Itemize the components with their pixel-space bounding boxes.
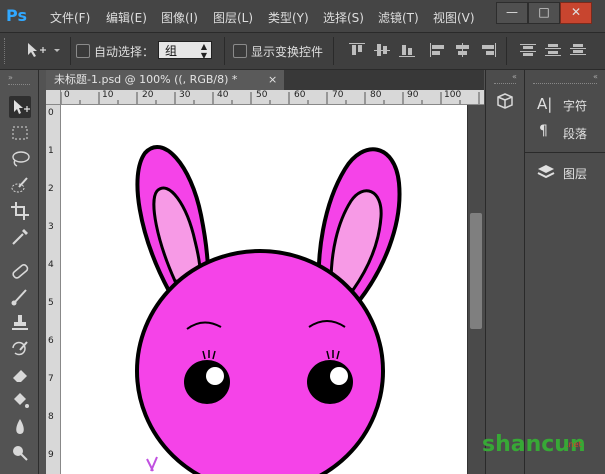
marquee-tool-icon[interactable] bbox=[9, 122, 31, 144]
rabbit-mouth-partial bbox=[146, 456, 158, 472]
move-tool-preset-icon[interactable] bbox=[26, 41, 64, 59]
collapse-arrows-icon[interactable]: « bbox=[512, 72, 517, 81]
close-window-button[interactable]: ✕ bbox=[560, 2, 592, 24]
photoshop-logo: Ps bbox=[6, 6, 27, 25]
divider bbox=[506, 37, 507, 65]
eraser-tool-icon[interactable] bbox=[9, 364, 31, 386]
menu-image[interactable]: 图像(I) bbox=[161, 9, 198, 26]
align-hcenter-icon[interactable] bbox=[455, 43, 471, 57]
ruler-tick-label: 7 bbox=[48, 374, 54, 384]
show-transform-label: 显示变换控件 bbox=[251, 45, 324, 59]
distribute-top-icon[interactable] bbox=[520, 43, 536, 57]
menu-type[interactable]: 类型(Y) bbox=[268, 9, 309, 26]
ruler-tick-label: 4 bbox=[48, 260, 54, 270]
watermark-suffix: .net bbox=[566, 440, 582, 449]
ruler-tick-label: 9 bbox=[48, 450, 54, 460]
3d-cube-icon[interactable] bbox=[496, 92, 514, 110]
menu-filter[interactable]: 滤镜(T) bbox=[378, 9, 419, 26]
history-brush-tool-icon[interactable] bbox=[9, 338, 31, 360]
ruler-tick-label: 1 bbox=[48, 146, 54, 156]
paragraph-icon: ¶ bbox=[539, 123, 548, 139]
lasso-tool-icon[interactable] bbox=[9, 148, 31, 170]
document-title: 未标题-1.psd @ 100% ((, RGB/8) * bbox=[54, 73, 238, 86]
close-tab-icon[interactable]: × bbox=[268, 70, 277, 90]
panels-column: « A| 字符 ¶ 段落 图层 bbox=[524, 70, 605, 474]
divider bbox=[525, 152, 605, 153]
distribute-vcenter-icon[interactable] bbox=[545, 43, 561, 57]
auto-select-checkbox[interactable] bbox=[76, 44, 90, 58]
align-vcenter-icon[interactable] bbox=[374, 43, 390, 57]
character-panel-button[interactable]: A| 字符 bbox=[529, 92, 603, 116]
ruler-tick-label: 2 bbox=[48, 184, 54, 194]
collapse-arrows-icon[interactable]: » bbox=[8, 73, 13, 82]
vertical-scrollbar[interactable] bbox=[467, 105, 485, 474]
minimize-button[interactable]: — bbox=[496, 2, 528, 24]
distribute-bottom-icon[interactable] bbox=[570, 43, 586, 57]
paragraph-panel-button[interactable]: ¶ 段落 bbox=[529, 120, 603, 144]
options-grip[interactable] bbox=[4, 38, 8, 64]
align-left-icon[interactable] bbox=[430, 43, 446, 57]
quick-selection-tool-icon[interactable] bbox=[9, 174, 31, 196]
divider bbox=[224, 37, 225, 65]
crop-tool-icon[interactable] bbox=[9, 200, 31, 222]
ruler-tick-label: 0 bbox=[48, 108, 54, 118]
move-tool-icon[interactable] bbox=[9, 96, 31, 118]
rabbit-left-eye-highlight bbox=[206, 367, 224, 385]
rabbit-right-eye bbox=[307, 360, 353, 404]
panel-grip[interactable] bbox=[8, 84, 30, 87]
panel-grip[interactable] bbox=[533, 83, 597, 86]
show-transform-checkbox[interactable] bbox=[233, 44, 247, 58]
clone-stamp-tool-icon[interactable] bbox=[9, 312, 31, 334]
rabbit-left-eye bbox=[184, 360, 230, 404]
align-right-icon[interactable] bbox=[480, 43, 496, 57]
layers-panel-button[interactable]: 图层 bbox=[529, 160, 603, 184]
menu-view[interactable]: 视图(V) bbox=[433, 9, 475, 26]
healing-brush-tool-icon[interactable] bbox=[9, 260, 31, 282]
layers-panel-label: 图层 bbox=[563, 167, 588, 181]
scrollbar-thumb[interactable] bbox=[470, 213, 482, 329]
auto-select-label: 自动选择： bbox=[94, 45, 155, 59]
panel-grip[interactable] bbox=[494, 83, 516, 86]
align-top-icon[interactable] bbox=[349, 43, 365, 57]
ruler-tick-label: 8 bbox=[48, 412, 54, 422]
maximize-button[interactable]: □ bbox=[528, 2, 560, 24]
menu-layer[interactable]: 图层(L) bbox=[213, 9, 253, 26]
align-bottom-icon[interactable] bbox=[399, 43, 415, 57]
panel-dock-strip: « bbox=[485, 70, 524, 474]
paragraph-panel-label: 段落 bbox=[563, 127, 588, 141]
menu-bar: Ps 文件(F) 编辑(E) 图像(I) 图层(L) 类型(Y) 选择(S) 滤… bbox=[0, 0, 605, 33]
blur-tool-icon[interactable] bbox=[9, 416, 31, 438]
tools-panel: » bbox=[0, 70, 39, 474]
divider bbox=[333, 37, 334, 65]
layers-icon bbox=[537, 165, 555, 179]
rabbit-right-eye-highlight bbox=[330, 367, 348, 385]
more-tools-icon[interactable] bbox=[9, 466, 31, 474]
horizontal-ruler-ticks bbox=[60, 92, 480, 104]
character-panel-label: 字符 bbox=[563, 99, 588, 113]
ruler-tick-label: 5 bbox=[48, 298, 54, 308]
menu-select[interactable]: 选择(S) bbox=[323, 9, 364, 26]
rabbit-artwork[interactable] bbox=[61, 105, 467, 474]
ruler-origin[interactable] bbox=[46, 90, 61, 105]
auto-select-value: 组 bbox=[165, 44, 178, 58]
dodge-tool-icon[interactable] bbox=[9, 442, 31, 464]
ruler-tick-label: 6 bbox=[48, 336, 54, 346]
menu-edit[interactable]: 编辑(E) bbox=[106, 9, 147, 26]
divider bbox=[70, 37, 71, 65]
dropdown-stepper-icon: ▲ ▼ bbox=[200, 42, 207, 60]
horizontal-ruler: 0 10 20 30 40 50 60 70 80 90 100 bbox=[46, 90, 484, 105]
ruler-tick-label: 3 bbox=[48, 222, 54, 232]
collapse-arrows-icon[interactable]: « bbox=[593, 72, 598, 81]
menu-file[interactable]: 文件(F) bbox=[50, 9, 90, 26]
document-tab[interactable]: 未标题-1.psd @ 100% ((, RGB/8) * × bbox=[46, 70, 284, 90]
character-icon: A| bbox=[537, 95, 553, 113]
eyedropper-tool-icon[interactable] bbox=[9, 226, 31, 248]
rabbit-head bbox=[135, 249, 385, 474]
auto-select-dropdown[interactable]: 组 ▲ ▼ bbox=[158, 41, 212, 60]
vertical-ruler: 0 1 2 3 4 5 6 7 8 9 bbox=[46, 104, 61, 474]
brush-tool-icon[interactable] bbox=[9, 286, 31, 308]
paint-bucket-tool-icon[interactable] bbox=[9, 390, 31, 412]
canvas-area[interactable] bbox=[61, 105, 467, 474]
